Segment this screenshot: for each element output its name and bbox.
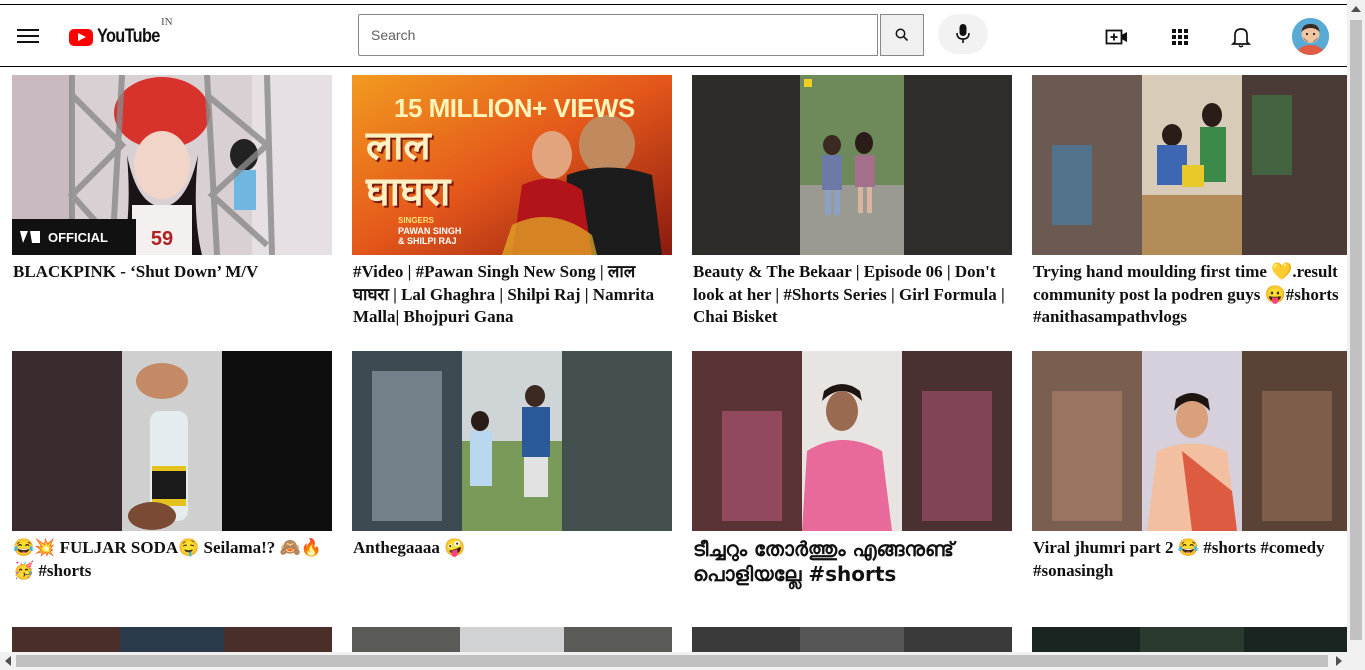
voice-search-button[interactable] — [938, 14, 988, 54]
thumbnail-singers-text: PAWAN SINGH & SHILPI RAJ — [398, 226, 462, 246]
create-video-icon[interactable] — [1104, 24, 1130, 50]
video-thumbnail[interactable] — [692, 627, 1012, 652]
official-channel-badge: OFFICIAL — [12, 219, 136, 255]
youtube-play-icon — [69, 28, 93, 46]
thumbnail-song-title: लाल घाघरा — [366, 123, 451, 215]
video-thumbnail[interactable] — [1032, 351, 1352, 531]
horizontal-scroll-thumb[interactable] — [16, 655, 1328, 667]
video-thumbnail[interactable] — [692, 351, 1012, 531]
video-title[interactable]: 😂💥 FULJAR SODA🤤 Seilama!? 🙈🔥 🥳 #shorts — [13, 537, 331, 582]
video-thumbnail[interactable] — [692, 75, 1012, 255]
logo-text: YouTube — [97, 26, 160, 47]
video-thumbnail[interactable] — [12, 627, 332, 652]
horizontal-scrollbar[interactable] — [0, 652, 1347, 670]
video-thumbnail[interactable] — [12, 351, 332, 531]
hamburger-menu-icon[interactable] — [17, 27, 41, 45]
yg-logo-icon — [12, 219, 48, 255]
search-button[interactable] — [880, 14, 924, 56]
video-title[interactable]: Anthegaaaa 🤪 — [353, 537, 671, 560]
vertical-scroll-thumb[interactable] — [1350, 20, 1362, 640]
search-icon — [895, 28, 909, 42]
video-thumbnail[interactable]: 15 MILLION+ VIEWS लाल घाघरा SINGERS PAWA… — [352, 75, 672, 255]
scroll-left-arrow-icon[interactable] — [5, 656, 11, 666]
video-title[interactable]: BLACKPINK - ‘Shut Down’ M/V — [13, 261, 331, 284]
video-title[interactable]: Viral jhumri part 2 😂 #shorts #comedy #s… — [1033, 537, 1351, 582]
vertical-scrollbar[interactable] — [1347, 0, 1365, 670]
apps-grid-icon[interactable] — [1167, 24, 1193, 50]
video-title[interactable]: #Video | #Pawan Singh New Song | लाल घाघ… — [353, 261, 671, 329]
user-avatar[interactable] — [1292, 18, 1329, 55]
search-input[interactable] — [358, 14, 878, 56]
video-thumbnail[interactable]: 59 OFFICIAL — [12, 75, 332, 255]
bell-icon[interactable] — [1228, 24, 1254, 50]
thumbnail-views-text: 15 MILLION+ VIEWS — [394, 93, 635, 123]
video-title[interactable]: ടീച്ചറും തോർത്തും എങ്ങനുണ്ട് പൊളിയല്ലേ #… — [693, 537, 1011, 587]
microphone-icon — [956, 24, 970, 43]
video-thumbnail[interactable] — [352, 351, 672, 531]
video-title[interactable]: Trying hand moulding first time 💛.result… — [1033, 261, 1351, 329]
video-title[interactable]: Beauty & The Bekaar | Episode 06 | Don't… — [693, 261, 1011, 329]
thumbnail-singers-label: SINGERS — [398, 216, 435, 225]
video-thumbnail[interactable] — [352, 627, 672, 652]
badge-label: OFFICIAL — [48, 229, 108, 245]
country-code: IN — [161, 16, 173, 28]
video-thumbnail[interactable] — [1032, 627, 1352, 652]
video-thumbnail[interactable] — [1032, 75, 1352, 255]
masthead: YouTube IN — [0, 5, 1347, 67]
scroll-right-arrow-icon[interactable] — [1336, 656, 1342, 666]
youtube-logo[interactable]: YouTube — [69, 25, 170, 49]
scroll-up-arrow-icon[interactable] — [1351, 6, 1361, 12]
svg-text:59: 59 — [151, 228, 173, 250]
